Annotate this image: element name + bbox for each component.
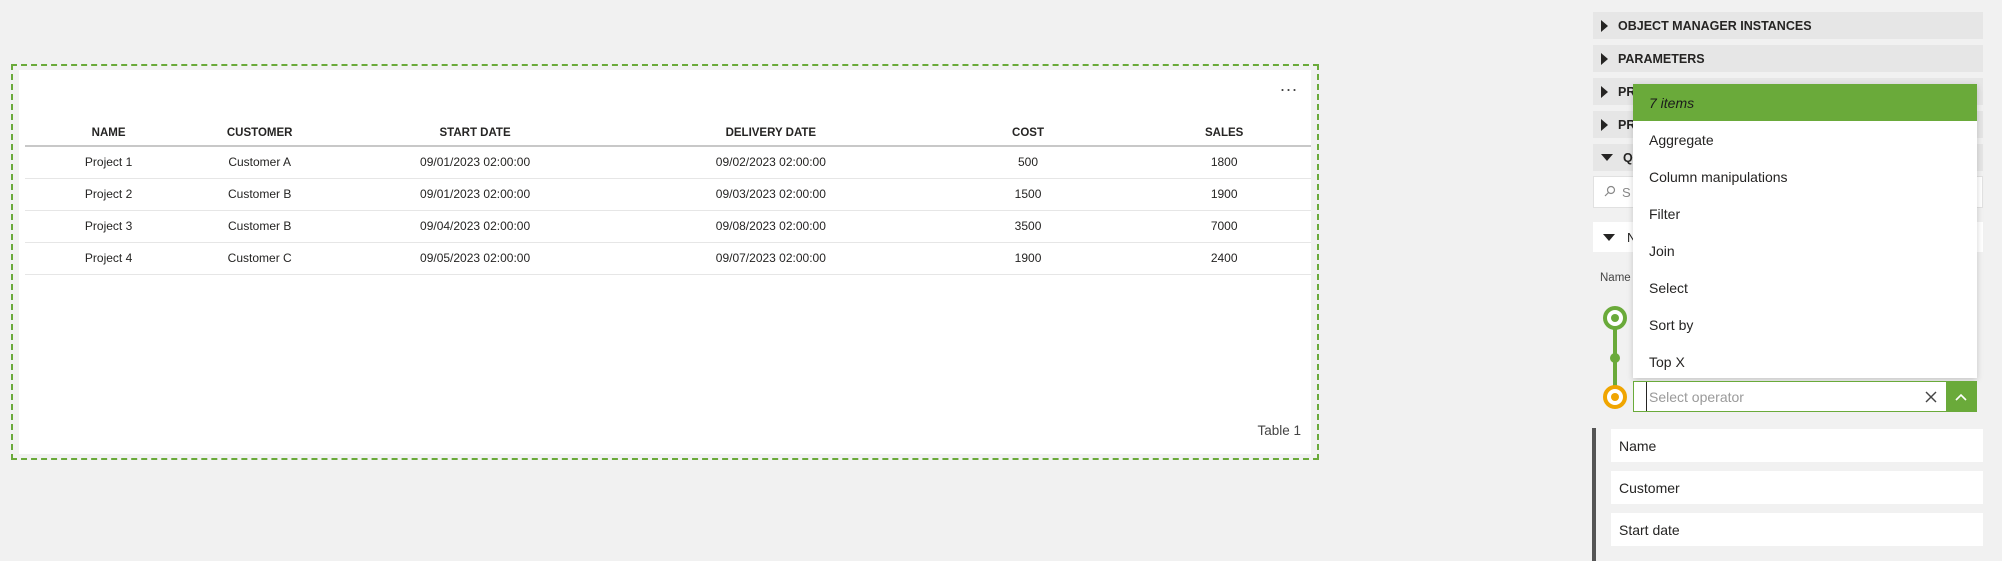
table-cell: Project 2 (25, 178, 193, 211)
operator-dropdown-list: 7 items Aggregate Column manipulations F… (1633, 84, 1977, 378)
column-header[interactable]: SALES (1137, 120, 1311, 147)
table-cell: Customer C (192, 242, 328, 275)
dropdown-count-header: 7 items (1633, 84, 1977, 121)
column-header[interactable]: CUSTOMER (192, 120, 328, 147)
table-cell: Customer A (192, 146, 328, 179)
table-cell: 09/03/2023 02:00:00 (622, 178, 919, 211)
section-label: PARAMETERS (1618, 51, 1705, 66)
table-cell: 2400 (1137, 242, 1311, 275)
table-cell: Project 4 (25, 242, 193, 275)
chevron-up-icon[interactable] (1946, 382, 1976, 411)
visual-title: Table 1 (1257, 423, 1301, 438)
flow-dot-icon (1610, 353, 1620, 363)
table-cell: 3500 (918, 210, 1138, 243)
table-cell: 1500 (918, 178, 1138, 211)
caret-right-icon (1601, 85, 1608, 98)
caret-right-icon (1601, 52, 1608, 65)
field-item-name[interactable]: Name (1611, 429, 1983, 462)
search-placeholder: S (1622, 184, 1631, 200)
table-row[interactable]: Project 1 Customer A 09/01/2023 02:00:00… (25, 146, 1311, 179)
table-cell: 09/04/2023 02:00:00 (327, 210, 623, 243)
operator-option-filter[interactable]: Filter (1633, 195, 1977, 232)
table-cell: Customer B (192, 178, 328, 211)
operator-option-select[interactable]: Select (1633, 269, 1977, 306)
caret-down-icon (1601, 154, 1613, 161)
table-cell: 1800 (1137, 146, 1311, 179)
table-header-row: NAME CUSTOMER START DATE DELIVERY DATE C… (25, 120, 1311, 147)
caret-down-icon (1603, 233, 1615, 241)
table-row[interactable]: Project 2 Customer B 09/01/2023 02:00:00… (25, 178, 1311, 211)
pending-node-icon[interactable] (1603, 385, 1627, 409)
table-cell: 09/01/2023 02:00:00 (327, 178, 623, 211)
table-cell: 1900 (1137, 178, 1311, 211)
table-row[interactable]: Project 4 Customer C 09/05/2023 02:00:00… (25, 242, 1311, 275)
operator-option-join[interactable]: Join (1633, 232, 1977, 269)
field-item-start-date[interactable]: Start date (1611, 513, 1983, 546)
operator-option-column-manipulations[interactable]: Column manipulations (1633, 158, 1977, 195)
table-cell: 500 (918, 146, 1138, 179)
table-visual[interactable]: ... NAME CUSTOMER START DATE DELIVERY DA… (11, 64, 1319, 460)
table-cell: 09/01/2023 02:00:00 (327, 146, 623, 179)
section-label: OBJECT MANAGER INSTANCES (1618, 18, 1812, 33)
section-object-manager-instances[interactable]: OBJECT MANAGER INSTANCES (1593, 12, 1983, 39)
table-cell: 7000 (1137, 210, 1311, 243)
caret-right-icon (1601, 118, 1608, 131)
table-cell: 09/05/2023 02:00:00 (327, 242, 623, 275)
operator-select-input[interactable] (1646, 382, 1916, 411)
data-table: NAME CUSTOMER START DATE DELIVERY DATE C… (25, 120, 1311, 275)
table-cell: 1900 (918, 242, 1138, 275)
table-row[interactable]: Project 3 Customer B 09/04/2023 02:00:00… (25, 210, 1311, 243)
column-header[interactable]: START DATE (327, 120, 623, 147)
operator-option-sort-by[interactable]: Sort by (1633, 306, 1977, 343)
field-item-customer[interactable]: Customer (1611, 471, 1983, 504)
section-parameters[interactable]: PARAMETERS (1593, 45, 1983, 72)
table-cell: 09/08/2023 02:00:00 (622, 210, 919, 243)
start-node-icon[interactable] (1603, 306, 1627, 330)
table-cell: 09/07/2023 02:00:00 (622, 242, 919, 275)
more-options-button[interactable]: ... (1280, 76, 1298, 94)
name-label: Name (1600, 272, 1631, 284)
operator-select[interactable] (1633, 381, 1977, 412)
operator-option-aggregate[interactable]: Aggregate (1633, 121, 1977, 158)
table-cell: Project 1 (25, 146, 193, 179)
caret-right-icon (1601, 19, 1608, 32)
table-cell: Customer B (192, 210, 328, 243)
column-header[interactable]: COST (918, 120, 1138, 147)
field-group-indicator (1592, 428, 1596, 561)
clear-icon[interactable] (1916, 382, 1946, 411)
search-icon (1604, 185, 1616, 200)
column-header[interactable]: DELIVERY DATE (622, 120, 919, 147)
column-header[interactable]: NAME (25, 120, 193, 147)
table-cell: 09/02/2023 02:00:00 (622, 146, 919, 179)
table-visual-body: ... NAME CUSTOMER START DATE DELIVERY DA… (19, 70, 1311, 454)
operator-option-top-x[interactable]: Top X (1633, 343, 1977, 380)
table-cell: Project 3 (25, 210, 193, 243)
